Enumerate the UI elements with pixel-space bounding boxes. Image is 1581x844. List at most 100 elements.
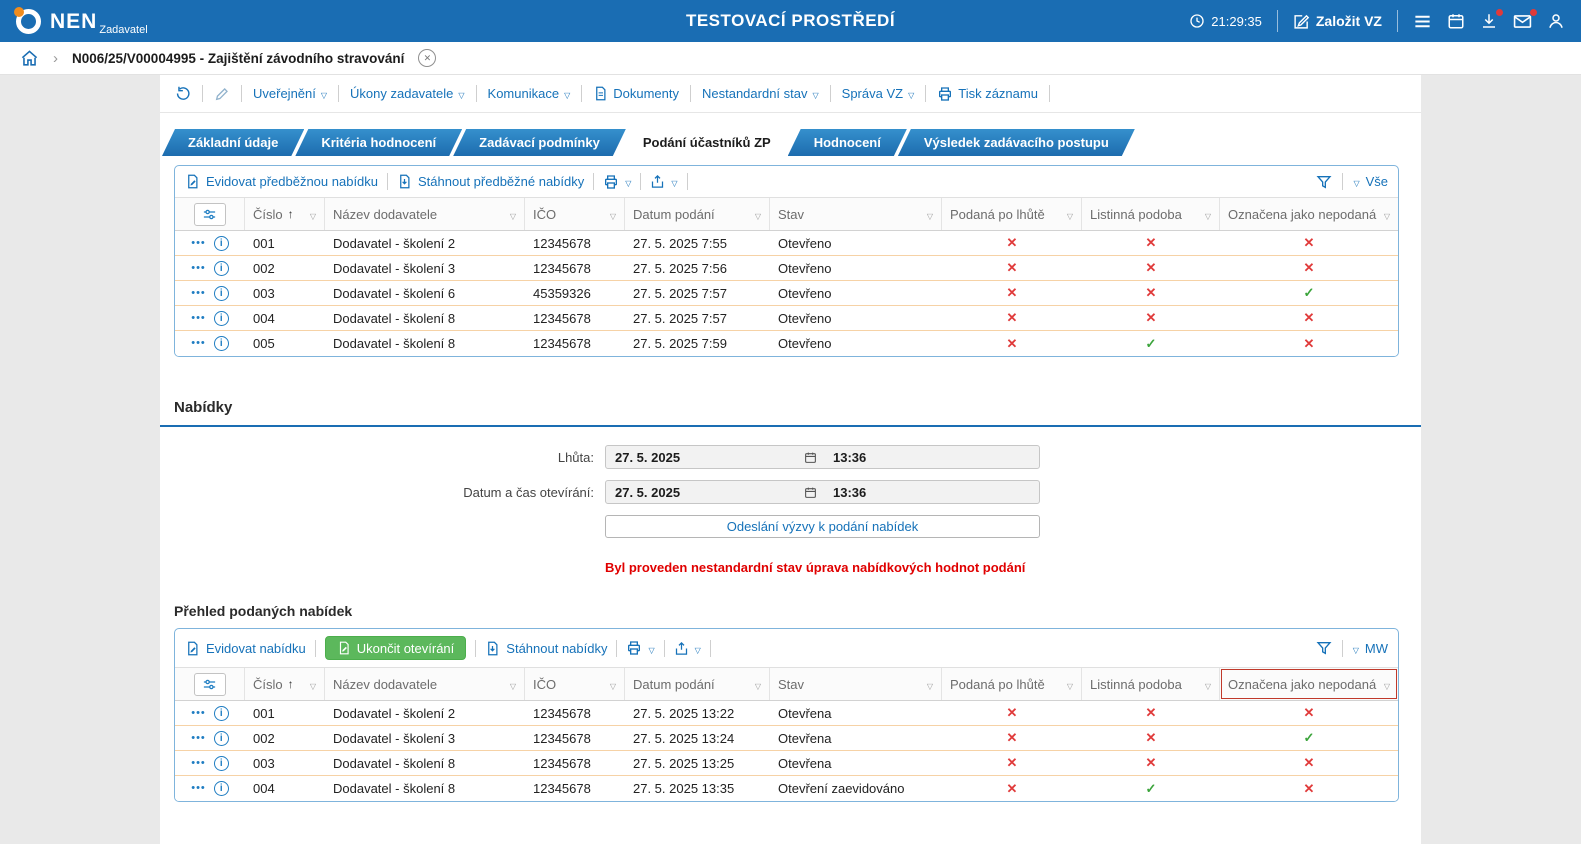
tab-zakladni-udaje[interactable]: Základní údaje — [162, 129, 304, 156]
oteviraci-datetime-field[interactable]: 27. 5. 2025 13:36 — [605, 480, 1040, 504]
table-row[interactable]: 001 Dodavatel - školení 2 12345678 27. 5… — [175, 231, 1398, 256]
lhuta-time-value[interactable]: 13:36 — [817, 450, 866, 465]
close-record-icon[interactable] — [418, 49, 437, 67]
info-icon[interactable] — [213, 310, 229, 326]
filter-caret-icon[interactable] — [1384, 677, 1390, 692]
filter-caret-icon[interactable] — [1067, 677, 1073, 692]
lhuta-datetime-field[interactable]: 27. 5. 2025 13:36 — [605, 445, 1040, 469]
filter-caret-icon[interactable] — [310, 677, 316, 692]
info-icon[interactable] — [213, 235, 229, 251]
col-header-stav[interactable]: Stav — [770, 668, 942, 700]
table-row[interactable]: 003 Dodavatel - školení 8 12345678 27. 5… — [175, 751, 1398, 776]
main-menu-button[interactable] — [1413, 12, 1432, 31]
filter-caret-icon[interactable] — [927, 207, 933, 222]
messages-button[interactable] — [1513, 7, 1538, 31]
filter-caret-icon[interactable] — [927, 677, 933, 692]
menu-dokumenty[interactable]: Dokumenty — [593, 86, 679, 101]
col-header-stav[interactable]: Stav — [770, 198, 942, 230]
downloads-button[interactable] — [1480, 8, 1504, 30]
filter-caret-icon[interactable] — [510, 207, 516, 222]
tab-kriteria-hodnoceni[interactable]: Kritéria hodnocení — [295, 129, 462, 156]
tab-hodnoceni[interactable]: Hodnocení — [788, 129, 907, 156]
view-selector[interactable]: Vše — [1353, 174, 1388, 189]
menu-uverejneni[interactable]: Uveřejnění — [253, 86, 327, 101]
table-row[interactable]: 002 Dodavatel - školení 3 12345678 27. 5… — [175, 256, 1398, 281]
table-row[interactable]: 001 Dodavatel - školení 2 12345678 27. 5… — [175, 701, 1398, 726]
oteviraci-date-value[interactable]: 27. 5. 2025 — [606, 485, 804, 500]
col-header-listinna[interactable]: Listinná podoba — [1082, 668, 1220, 700]
row-menu-icon[interactable] — [191, 238, 206, 249]
filter-caret-icon[interactable] — [1067, 207, 1073, 222]
info-icon[interactable] — [213, 260, 229, 276]
table-row[interactable]: 002 Dodavatel - školení 3 12345678 27. 5… — [175, 726, 1398, 751]
col-header-po-lhute[interactable]: Podaná po lhůtě — [942, 198, 1082, 230]
calendar-picker-icon[interactable] — [804, 451, 817, 464]
menu-ukony-zadavatele[interactable]: Úkony zadavatele — [350, 86, 465, 101]
filter-button[interactable] — [1316, 174, 1332, 190]
oteviraci-time-value[interactable]: 13:36 — [817, 485, 866, 500]
col-header-datum[interactable]: Datum podání — [625, 198, 770, 230]
tab-zadavaci-podminky[interactable]: Zadávací podmínky — [453, 129, 626, 156]
filter-caret-icon[interactable] — [610, 207, 616, 222]
row-menu-icon[interactable] — [191, 758, 206, 769]
filter-caret-icon[interactable] — [1205, 677, 1211, 692]
row-menu-icon[interactable] — [191, 708, 206, 719]
filter-caret-icon[interactable] — [755, 677, 761, 692]
lhuta-date-value[interactable]: 27. 5. 2025 — [606, 450, 804, 465]
nen-logo[interactable]: NEN Zadavatel — [14, 6, 148, 36]
info-icon[interactable] — [213, 705, 229, 721]
table-row[interactable]: 005 Dodavatel - školení 8 12345678 27. 5… — [175, 331, 1398, 356]
col-header-cislo[interactable]: Číslo ↑ — [245, 668, 325, 700]
calendar-button[interactable] — [1447, 12, 1465, 30]
table-row[interactable]: 003 Dodavatel - školení 6 45359326 27. 5… — [175, 281, 1398, 306]
sort-asc-icon[interactable]: ↑ — [288, 677, 294, 691]
filter-caret-icon[interactable] — [510, 677, 516, 692]
col-header-datum[interactable]: Datum podání — [625, 668, 770, 700]
row-menu-icon[interactable] — [191, 288, 206, 299]
history-button[interactable] — [174, 85, 191, 102]
filter-caret-icon[interactable] — [755, 207, 761, 222]
info-icon[interactable] — [213, 285, 229, 301]
export-menu-button[interactable] — [650, 174, 677, 189]
filter-button[interactable] — [1316, 640, 1332, 656]
print-menu-button[interactable] — [626, 640, 654, 656]
col-header-ico[interactable]: IČO — [525, 198, 625, 230]
tab-podani-ucastniku-zp[interactable]: Podání účastníků ZP — [617, 129, 797, 156]
tab-vysledek-zadavaciho-postupu[interactable]: Výsledek zadávacího postupu — [898, 129, 1135, 156]
stahnout-predbezne-nabidky-button[interactable]: Stáhnout předběžné nabídky — [397, 174, 584, 189]
row-menu-icon[interactable] — [191, 263, 206, 274]
menu-nestandardni-stav[interactable]: Nestandardní stav — [702, 86, 819, 101]
col-header-cislo[interactable]: Číslo ↑ — [245, 198, 325, 230]
row-menu-icon[interactable] — [191, 313, 206, 324]
filter-caret-icon[interactable] — [1205, 207, 1211, 222]
table-row[interactable]: 004 Dodavatel - školení 8 12345678 27. 5… — [175, 776, 1398, 801]
col-header-po-lhute[interactable]: Podaná po lhůtě — [942, 668, 1082, 700]
filter-caret-icon[interactable] — [1384, 207, 1390, 222]
row-menu-icon[interactable] — [191, 733, 206, 744]
calendar-picker-icon[interactable] — [804, 486, 817, 499]
menu-komunikace[interactable]: Komunikace — [488, 86, 571, 101]
filter-caret-icon[interactable] — [310, 207, 316, 222]
odeslani-vyzvy-button[interactable]: Odeslání výzvy k podání nabídek — [605, 515, 1040, 538]
col-header-ico[interactable]: IČO — [525, 668, 625, 700]
row-menu-icon[interactable] — [191, 783, 206, 794]
col-header-nepodana[interactable]: Označena jako nepodaná — [1220, 668, 1398, 700]
menu-sprava-vz[interactable]: Správa VZ — [842, 86, 915, 101]
evidovat-predbeznou-nabidku-button[interactable]: Evidovat předběžnou nabídku — [185, 174, 378, 189]
info-icon[interactable] — [213, 781, 229, 796]
menu-tisk-zaznamu[interactable]: Tisk záznamu — [937, 86, 1038, 102]
export-menu-button[interactable] — [674, 641, 701, 656]
col-header-nepodana[interactable]: Označena jako nepodaná — [1220, 198, 1398, 230]
user-profile-button[interactable] — [1547, 12, 1565, 30]
column-settings-button[interactable] — [193, 672, 226, 696]
sort-asc-icon[interactable]: ↑ — [288, 207, 294, 221]
print-menu-button[interactable] — [603, 174, 631, 190]
info-icon[interactable] — [213, 336, 229, 351]
col-header-listinna[interactable]: Listinná podoba — [1082, 198, 1220, 230]
evidovat-nabidku-button[interactable]: Evidovat nabídku — [185, 641, 306, 656]
col-header-nazev[interactable]: Název dodavatele — [325, 198, 525, 230]
info-icon[interactable] — [213, 755, 229, 771]
create-vz-button[interactable]: Založit VZ — [1293, 13, 1382, 30]
info-icon[interactable] — [213, 730, 229, 746]
view-selector[interactable]: MW — [1353, 641, 1388, 656]
